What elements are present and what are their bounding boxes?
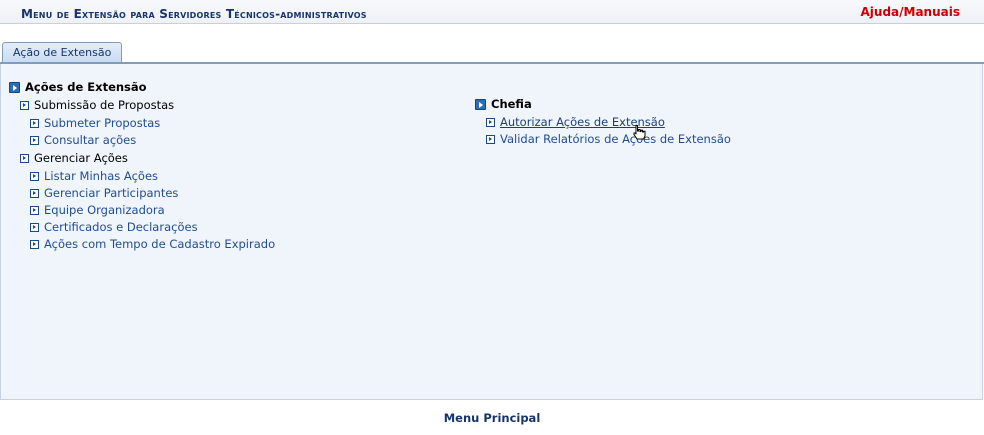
page-title: Menu de Extensão para Servidores Técnico… bbox=[21, 7, 367, 21]
menu-item-submeter-propostas[interactable]: Submeter Propostas bbox=[30, 116, 160, 130]
subgroup-label: Gerenciar Ações bbox=[34, 151, 128, 165]
tab-acao-de-extensao[interactable]: Ação de Extensão bbox=[2, 42, 123, 63]
group-chefia: Chefia bbox=[475, 97, 532, 111]
arrow-icon bbox=[30, 135, 39, 145]
menu-link[interactable]: Validar Relatórios de Ações de Extensão bbox=[500, 132, 731, 146]
menu-item-certificados-declaracoes[interactable]: Certificados e Declarações bbox=[30, 220, 198, 234]
arrow-icon bbox=[30, 188, 39, 198]
arrow-icon bbox=[30, 222, 39, 232]
arrow-icon bbox=[30, 118, 39, 128]
arrow-icon bbox=[20, 153, 29, 163]
menu-item-validar-relatorios[interactable]: Validar Relatórios de Ações de Extensão bbox=[486, 132, 731, 146]
group-title: Ações de Extensão bbox=[25, 80, 147, 94]
menu-link[interactable]: Certificados e Declarações bbox=[44, 220, 198, 234]
menu-link[interactable]: Gerenciar Participantes bbox=[44, 186, 178, 200]
menu-item-consultar-acoes[interactable]: Consultar ações bbox=[30, 133, 136, 147]
menu-item-gerenciar-participantes[interactable]: Gerenciar Participantes bbox=[30, 186, 178, 200]
subgroup-submissao: Submissão de Propostas bbox=[20, 98, 174, 112]
arrow-icon bbox=[486, 117, 495, 127]
menu-link[interactable]: Consultar ações bbox=[44, 133, 136, 147]
group-acoes-de-extensao: Ações de Extensão bbox=[9, 80, 147, 94]
arrow-icon bbox=[20, 100, 29, 110]
play-icon bbox=[475, 98, 486, 110]
menu-link[interactable]: Listar Minhas Ações bbox=[44, 169, 158, 183]
arrow-icon bbox=[30, 171, 39, 181]
arrow-icon bbox=[30, 205, 39, 215]
menu-item-acoes-tempo-expirado[interactable]: Ações com Tempo de Cadastro Expirado bbox=[30, 237, 275, 251]
hand-cursor-icon bbox=[633, 125, 646, 140]
menu-item-listar-minhas-acoes[interactable]: Listar Minhas Ações bbox=[30, 169, 158, 183]
menu-link[interactable]: Equipe Organizadora bbox=[44, 203, 165, 217]
subgroup-gerenciar-acoes: Gerenciar Ações bbox=[20, 151, 128, 165]
main-menu-link[interactable]: Menu Principal bbox=[0, 411, 984, 425]
subgroup-label: Submissão de Propostas bbox=[34, 98, 175, 112]
play-icon bbox=[9, 81, 20, 93]
group-title: Chefia bbox=[491, 97, 532, 111]
menu-link[interactable]: Submeter Propostas bbox=[44, 116, 160, 130]
arrow-icon bbox=[30, 239, 39, 249]
arrow-icon bbox=[486, 134, 495, 144]
menu-link[interactable]: Ações com Tempo de Cadastro Expirado bbox=[44, 237, 275, 251]
help-manuals-link[interactable]: Ajuda/Manuais bbox=[861, 5, 961, 19]
page-header: Menu de Extensão para Servidores Técnico… bbox=[0, 0, 984, 24]
menu-item-equipe-organizadora[interactable]: Equipe Organizadora bbox=[30, 203, 165, 217]
